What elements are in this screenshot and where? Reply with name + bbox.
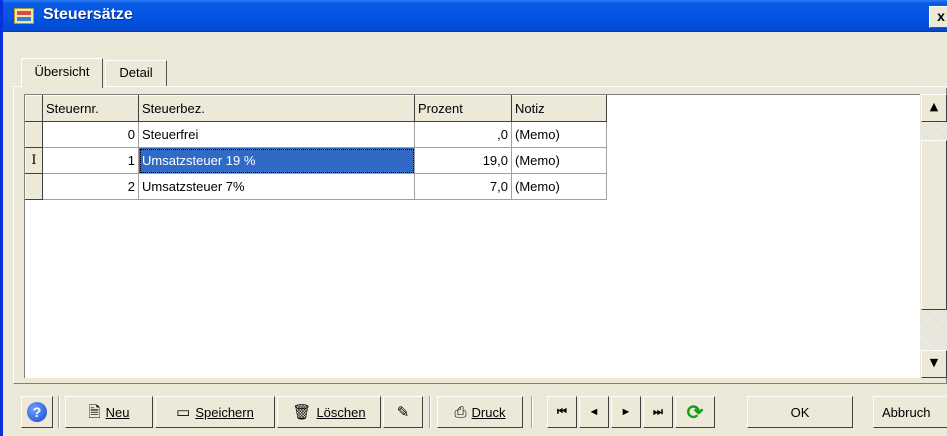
cell-prozent[interactable]: 19,0: [414, 147, 512, 174]
table-row[interactable]: 0 Steuerfrei ,0 (Memo): [25, 121, 607, 148]
tab-divider: [13, 86, 947, 87]
help-icon: ?: [27, 402, 47, 422]
scroll-down-icon[interactable]: ▼: [921, 350, 947, 378]
toolbar-separator: [58, 396, 60, 428]
tab-uebersicht[interactable]: Übersicht: [21, 58, 103, 88]
cell-steuernr[interactable]: 2: [42, 173, 139, 200]
cancel-button[interactable]: Abbruch: [873, 396, 947, 428]
last-record-icon: ⏭: [653, 405, 663, 418]
scroll-thumb[interactable]: [921, 140, 947, 310]
first-record-icon: ⏮: [557, 405, 567, 418]
title-bar[interactable]: Steuersätze x: [3, 0, 947, 32]
previous-record-icon: ◄: [588, 406, 600, 418]
cell-prozent[interactable]: ,0: [414, 121, 512, 148]
save-icon: ▭: [176, 403, 191, 421]
close-button[interactable]: x: [929, 6, 947, 28]
column-header-notiz[interactable]: Notiz: [511, 95, 607, 122]
next-record-icon: ►: [620, 406, 632, 418]
help-button[interactable]: ?: [21, 396, 53, 428]
vertical-scrollbar[interactable]: ▲ ▼: [921, 94, 947, 378]
first-record-button[interactable]: ⏮: [547, 396, 577, 428]
bottom-toolbar: ? 🗎 Neu ▭ Speichern 🗑 Löschen ✎ ⎙ Druck …: [3, 386, 947, 436]
row-indicator[interactable]: [25, 121, 43, 148]
cell-prozent[interactable]: 7,0: [414, 173, 512, 200]
column-header-prozent[interactable]: Prozent: [414, 95, 512, 122]
save-button[interactable]: ▭ Speichern: [155, 396, 275, 428]
column-header-steuernr[interactable]: Steuernr.: [42, 95, 139, 122]
app-icon: [14, 8, 34, 24]
cell-notiz[interactable]: (Memo): [511, 121, 607, 148]
dialog-window: Steuersätze x Übersicht Detail Steuernr.…: [0, 0, 947, 436]
toolbar-separator: [429, 396, 431, 428]
trash-icon: 🗑: [292, 403, 312, 421]
last-record-button[interactable]: ⏭: [643, 396, 673, 428]
cell-steuerbez[interactable]: Steuerfrei: [138, 121, 415, 148]
cell-steuernr[interactable]: 0: [42, 121, 139, 148]
cell-notiz[interactable]: (Memo): [511, 173, 607, 200]
edit-notes-icon: ✎: [396, 403, 410, 421]
table-row-selected[interactable]: I 1 Umsatzsteuer 19 % 19,0 (Memo): [25, 147, 607, 174]
table-header-row: Steuernr. Steuerbez. Prozent Notiz: [25, 95, 607, 122]
delete-button[interactable]: 🗑 Löschen: [277, 396, 381, 428]
ok-button[interactable]: OK: [747, 396, 853, 428]
edit-notes-button[interactable]: ✎: [383, 396, 423, 428]
table-row[interactable]: 2 Umsatzsteuer 7% 7,0 (Memo): [25, 173, 607, 200]
new-document-icon: 🗎: [88, 403, 101, 421]
delete-button-label: Löschen: [316, 404, 366, 420]
column-header-steuerbez[interactable]: Steuerbez.: [138, 95, 415, 122]
row-indicator-header: [25, 95, 43, 122]
data-grid[interactable]: Steuernr. Steuerbez. Prozent Notiz 0 Ste…: [24, 94, 920, 378]
cell-notiz[interactable]: (Memo): [511, 147, 607, 174]
new-button[interactable]: 🗎 Neu: [65, 396, 153, 428]
cell-steuerbez-selected[interactable]: Umsatzsteuer 19 %: [138, 147, 415, 174]
tab-detail[interactable]: Detail: [105, 60, 167, 86]
tax-rate-table: Steuernr. Steuerbez. Prozent Notiz 0 Ste…: [25, 95, 607, 200]
print-button-label: Druck: [471, 404, 506, 420]
next-record-button[interactable]: ►: [611, 396, 641, 428]
save-button-label: Speichern: [195, 404, 254, 420]
refresh-icon: ⟳: [686, 401, 704, 424]
printer-icon: ⎙: [454, 403, 467, 421]
refresh-button[interactable]: ⟳: [675, 396, 715, 428]
new-button-label: Neu: [105, 404, 130, 420]
window-title: Steuersätze: [43, 6, 133, 23]
cell-steuernr[interactable]: 1: [42, 147, 139, 174]
cell-steuerbez[interactable]: Umsatzsteuer 7%: [138, 173, 415, 200]
row-indicator[interactable]: [25, 173, 43, 200]
previous-record-button[interactable]: ◄: [579, 396, 609, 428]
scroll-up-icon[interactable]: ▲: [921, 94, 947, 122]
print-button[interactable]: ⎙ Druck: [437, 396, 523, 428]
row-indicator-edit-icon[interactable]: I: [25, 147, 43, 174]
toolbar-separator: [531, 396, 533, 428]
